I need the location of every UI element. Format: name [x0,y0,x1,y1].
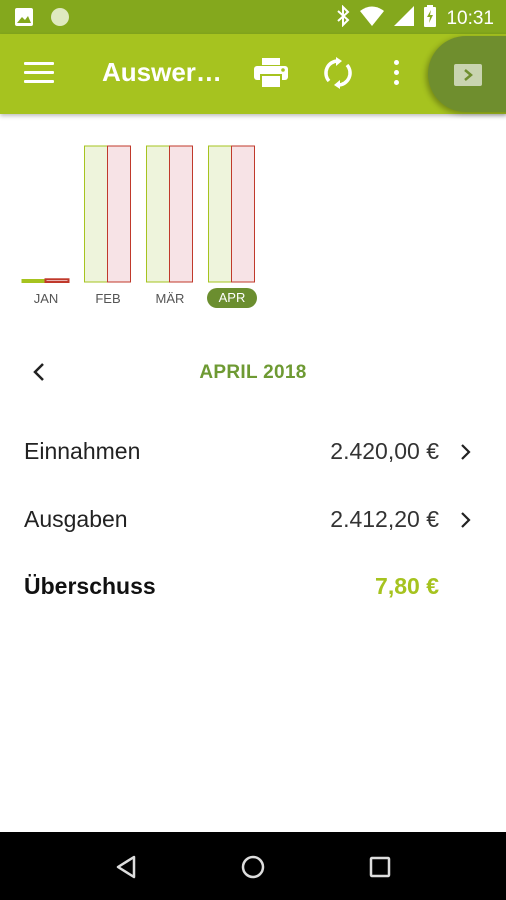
chart-bar-feb-0[interactable] [84,145,108,283]
chevron-right-icon [454,64,482,86]
expense-amount: 2.412,20 € [330,506,439,532]
home-circle-icon [241,855,265,879]
surplus-label: Überschuss [24,573,156,599]
battery-icon [424,5,437,32]
more-options-button[interactable] [386,58,406,90]
recents-square-icon [369,856,391,878]
chart-bar-feb-1[interactable] [107,145,131,283]
recents-button[interactable] [365,852,395,882]
chart-tick-label[interactable]: FEB [83,291,133,306]
bluetooth-icon [336,4,350,32]
hamburger-icon [24,62,54,65]
menu-button[interactable] [24,62,54,86]
surplus-row: Überschuss 7,80 € [0,559,506,615]
wifi-icon [360,6,385,31]
home-button[interactable] [238,852,268,882]
chart-tick-label[interactable]: MÄR [145,291,195,306]
sync-button[interactable] [323,57,355,89]
month-navigation: APRIL 2018 [0,350,506,394]
chart-tick-label[interactable]: APR [207,288,257,308]
monthly-bar-chart: JAN FEB MÄR APR [0,140,506,315]
chart-bar-mär-1[interactable] [169,145,193,283]
signal-icon [394,6,415,31]
image-icon [14,7,34,32]
chart-bar-jan-1[interactable] [44,278,70,283]
print-button[interactable] [254,58,288,90]
chevron-right-icon [461,512,471,528]
expense-row[interactable]: Ausgaben 2.412,20 € [0,492,506,548]
income-amount: 2.420,00 € [330,438,439,464]
chart-tick-label[interactable]: JAN [21,291,71,306]
more-vert-icon [386,60,406,85]
back-button[interactable] [112,852,142,882]
expense-label: Ausgaben [24,506,128,532]
sync-icon [324,57,352,89]
chart-bar-apr-0[interactable] [208,145,232,283]
month-title: APRIL 2018 [199,362,307,383]
chart-bar-apr-1[interactable] [231,145,255,283]
status-bar: 10:31 [0,0,506,34]
income-row[interactable]: Einnahmen 2.420,00 € [0,424,506,480]
system-nav-bar [0,832,506,900]
chevron-right-icon [461,444,471,460]
back-triangle-icon [116,855,136,879]
side-drawer-tab[interactable] [428,36,506,112]
status-time: 10:31 [446,7,494,29]
circle-notification-icon [50,7,70,32]
page-title: Auswer… [102,57,222,87]
chart-bar-jan-0[interactable] [21,279,47,283]
income-label: Einnahmen [24,438,141,464]
print-icon [254,58,288,89]
surplus-amount: 7,80 € [375,573,439,599]
chart-bar-mär-0[interactable] [146,145,170,283]
